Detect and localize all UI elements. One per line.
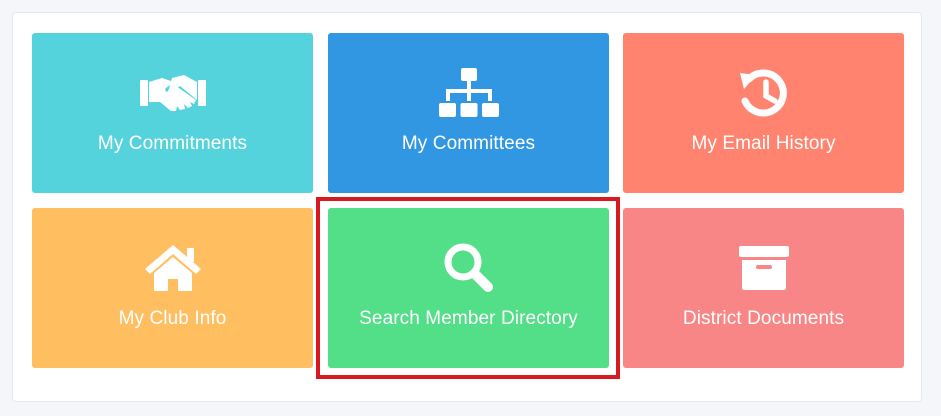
org-chart-icon	[328, 63, 609, 123]
tile-label: My Email History	[691, 133, 836, 154]
tile-district-documents[interactable]: District Documents	[623, 208, 904, 368]
tile-my-committees[interactable]: My Committees	[328, 33, 609, 193]
tile-my-club-info[interactable]: My Club Info	[32, 208, 313, 368]
tile-label: My Committees	[401, 133, 536, 154]
tile-search-member-directory[interactable]: Search Member Directory	[328, 208, 609, 368]
tile-label: My Club Info	[118, 308, 227, 329]
search-icon	[328, 238, 609, 298]
archive-box-icon	[623, 238, 904, 298]
tile-label: District Documents	[682, 308, 845, 329]
tile-my-email-history[interactable]: My Email History	[623, 33, 904, 193]
home-icon	[32, 238, 313, 298]
tile-my-commitments[interactable]: My Commitments	[32, 33, 313, 193]
tile-label: Search Member Directory	[359, 308, 578, 329]
tile-label: My Commitments	[97, 133, 248, 154]
handshake-icon	[32, 63, 313, 123]
history-icon	[623, 63, 904, 123]
